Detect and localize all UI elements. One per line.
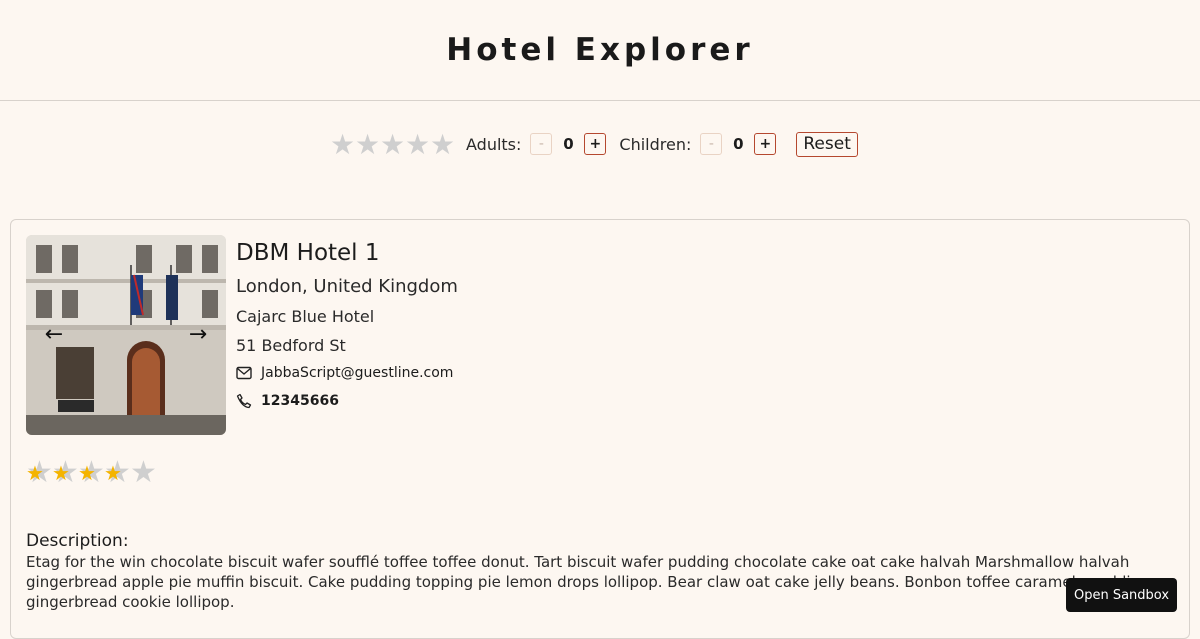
mail-icon — [236, 366, 252, 380]
phone-icon — [236, 393, 252, 409]
star-filled-icon: ★ ★ — [26, 455, 53, 490]
hotel-star-rating: ★ ★ ★ ★ ★ ★ ★ ★ ★ — [26, 455, 157, 490]
star-filled-icon: ★ ★ — [78, 455, 105, 490]
open-sandbox-button[interactable]: Open Sandbox — [1066, 578, 1177, 612]
hotel-phone-text: 12345666 — [261, 393, 339, 409]
hotel-address-line2: 51 Bedford St — [236, 336, 346, 355]
arrow-right-icon[interactable]: → — [186, 323, 210, 347]
hotel-email-text: JabbaScript@guestline.com — [261, 365, 454, 381]
description-text: Etag for the win chocolate biscuit wafer… — [26, 553, 1150, 611]
app-header: Hotel Explorer — [0, 0, 1200, 101]
children-label: Children: — [619, 134, 692, 154]
description-heading: Description: — [26, 531, 129, 551]
star-icon[interactable]: ★ — [355, 130, 380, 158]
hotel-card: ← → DBM Hotel 1 London, United Kingdom C… — [10, 219, 1190, 639]
star-icon[interactable]: ★ — [430, 130, 455, 158]
arrow-left-icon[interactable]: ← — [42, 323, 66, 347]
star-empty-icon: ★ — [130, 455, 157, 490]
filter-bar: ★ ★ ★ ★ ★ Adults: - 0 + Children: - 0 + … — [330, 129, 858, 159]
adults-count: 0 — [563, 135, 574, 153]
hotel-email: JabbaScript@guestline.com — [236, 365, 458, 381]
star-rating-filter[interactable]: ★ ★ ★ ★ ★ — [330, 130, 455, 158]
children-count: 0 — [733, 135, 744, 153]
star-filled-icon: ★ ★ — [104, 455, 131, 490]
hotel-info: DBM Hotel 1 London, United Kingdom Cajar… — [236, 240, 458, 421]
hotel-location: London, United Kingdom — [236, 276, 458, 297]
reset-button[interactable]: Reset — [796, 131, 858, 157]
star-icon[interactable]: ★ — [405, 130, 430, 158]
adults-decrement-button[interactable]: - — [530, 133, 553, 155]
page-title: Hotel Explorer — [446, 32, 754, 68]
hotel-address-line1: Cajarc Blue Hotel — [236, 307, 375, 326]
hotel-phone: 12345666 — [236, 393, 458, 409]
adults-increment-button[interactable]: + — [584, 133, 607, 155]
adults-label: Adults: — [466, 134, 522, 154]
star-filled-icon: ★ ★ — [52, 455, 79, 490]
hotel-name: DBM Hotel 1 — [236, 240, 380, 266]
star-icon[interactable]: ★ — [380, 130, 405, 158]
star-icon[interactable]: ★ — [330, 130, 355, 158]
children-increment-button[interactable]: + — [754, 133, 777, 155]
hotel-photo-carousel: ← → — [26, 235, 226, 435]
children-decrement-button[interactable]: - — [700, 133, 723, 155]
